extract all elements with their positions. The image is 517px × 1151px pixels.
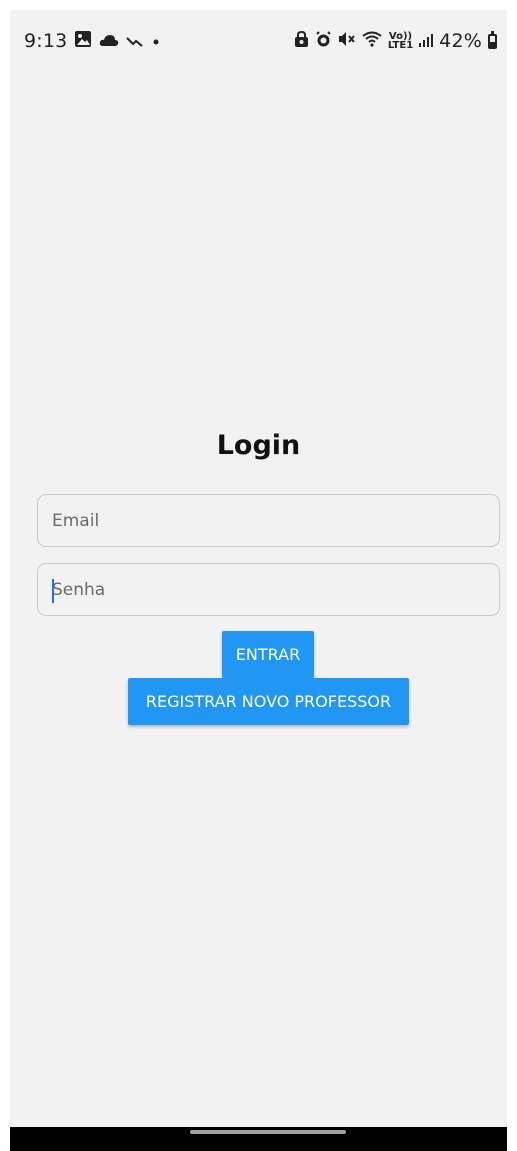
battery-icon	[488, 30, 497, 49]
text-cursor	[52, 579, 54, 603]
status-left: 9:13	[24, 30, 161, 52]
trend-icon	[126, 32, 144, 51]
screen: 9:13 Vo)) LTE1 42% Login Email ENTRAR RE…	[10, 10, 507, 1138]
status-bar: 9:13 Vo)) LTE1 42%	[10, 10, 507, 72]
password-field[interactable]	[38, 564, 499, 615]
cloud-icon	[99, 32, 119, 51]
home-indicator[interactable]	[190, 1130, 346, 1134]
status-time: 9:13	[24, 30, 68, 52]
navigation-bar	[10, 1127, 507, 1151]
battery-percent: 42%	[439, 30, 482, 52]
wifi-icon	[362, 31, 382, 51]
email-field[interactable]	[38, 495, 499, 546]
dot-icon	[151, 32, 161, 51]
enter-button[interactable]: ENTRAR	[222, 631, 314, 678]
alarm-icon	[315, 30, 332, 52]
status-right: Vo)) LTE1 42%	[294, 30, 497, 52]
signal-icon	[419, 32, 434, 51]
lte-label: LTE1	[387, 40, 414, 51]
lock-icon	[294, 30, 309, 52]
gallery-icon	[74, 30, 92, 52]
page-title: Login	[216, 430, 301, 461]
register-professor-button[interactable]: REGISTRAR NOVO PROFESSOR	[128, 678, 409, 725]
volte-indicator: Vo)) LTE1	[387, 32, 414, 51]
email-field-container	[37, 494, 500, 547]
password-field-container	[37, 563, 500, 616]
mute-icon	[338, 31, 356, 51]
